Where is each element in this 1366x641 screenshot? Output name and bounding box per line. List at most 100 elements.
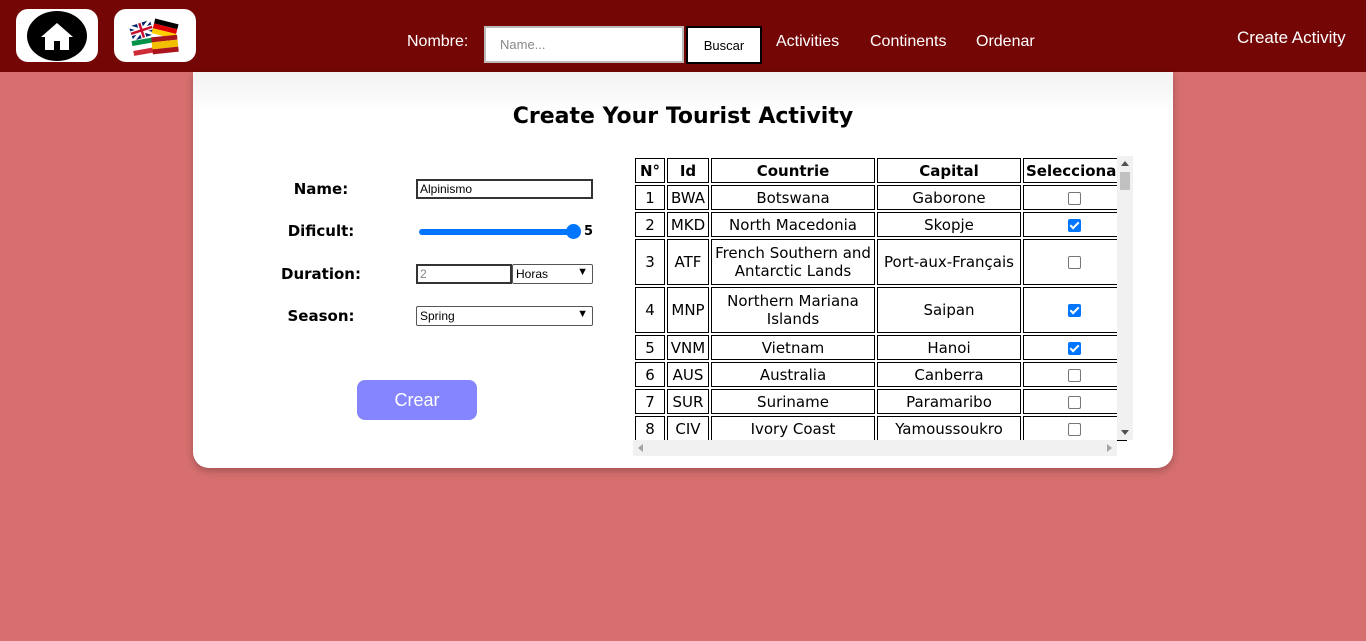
header-number: N° bbox=[635, 158, 665, 183]
row-capital: Paramaribo bbox=[877, 389, 1021, 414]
chevron-down-icon: ▼ bbox=[577, 308, 588, 320]
crear-button[interactable]: Crear bbox=[357, 380, 477, 420]
row-country: Australia bbox=[711, 362, 875, 387]
scroll-left-icon[interactable] bbox=[638, 444, 643, 452]
page-title: Create Your Tourist Activity bbox=[512, 104, 854, 129]
row-capital: Port-aux-Français bbox=[877, 239, 1021, 285]
row-id: MKD bbox=[667, 212, 709, 237]
row-checkbox[interactable] bbox=[1068, 341, 1082, 355]
row-id: VNM bbox=[667, 335, 709, 360]
row-capital: Hanoi bbox=[877, 335, 1021, 360]
row-capital: Canberra bbox=[877, 362, 1021, 387]
row-checkbox[interactable] bbox=[1068, 256, 1082, 269]
row-country: French Southern and Antarctic Lands bbox=[711, 239, 875, 285]
nav-link-continents[interactable]: Continents bbox=[870, 33, 947, 51]
nav-link-activities[interactable]: Activities bbox=[776, 33, 839, 51]
table-row: 7 SUR Suriname Paramaribo bbox=[635, 389, 1127, 414]
row-capital: Yamoussoukro bbox=[877, 416, 1021, 441]
scrollbar-thumb[interactable] bbox=[1120, 172, 1130, 190]
scroll-right-icon[interactable] bbox=[1107, 444, 1112, 452]
row-country: Ivory Coast bbox=[711, 416, 875, 441]
search-label: Nombre: bbox=[407, 33, 469, 50]
name-label: Name: bbox=[293, 180, 349, 198]
countries-table-container[interactable]: N° Id Countrie Capital Seleccionar 1 BWA… bbox=[633, 156, 1133, 456]
search-button[interactable]: Buscar bbox=[686, 26, 762, 64]
row-select-cell bbox=[1023, 239, 1127, 285]
season-select[interactable]: Spring ▼ bbox=[416, 306, 593, 326]
table-row: 2 MKD North Macedonia Skopje bbox=[635, 212, 1127, 237]
duration-unit-select[interactable]: Horas ▼ bbox=[512, 264, 593, 284]
countries-table: N° Id Countrie Capital Seleccionar 1 BWA… bbox=[633, 156, 1129, 443]
flags-icon bbox=[128, 18, 179, 56]
row-number: 1 bbox=[635, 185, 665, 210]
header-select: Seleccionar bbox=[1023, 158, 1127, 183]
row-country: Suriname bbox=[711, 389, 875, 414]
row-country: Northern Mariana Islands bbox=[711, 287, 875, 333]
row-number: 6 bbox=[635, 362, 665, 387]
home-icon bbox=[27, 10, 87, 61]
row-checkbox[interactable] bbox=[1068, 218, 1082, 232]
row-country: North Macedonia bbox=[711, 212, 875, 237]
row-select-cell bbox=[1023, 287, 1127, 333]
row-checkbox[interactable] bbox=[1068, 191, 1082, 205]
row-select-cell bbox=[1023, 389, 1127, 414]
table-row: 3 ATF French Southern and Antarctic Land… bbox=[635, 239, 1127, 285]
row-number: 7 bbox=[635, 389, 665, 414]
row-number: 4 bbox=[635, 287, 665, 333]
row-checkbox[interactable] bbox=[1068, 422, 1082, 436]
navbar: Nombre: Buscar Activities Continents Ord… bbox=[0, 0, 1366, 72]
row-id: CIV bbox=[667, 416, 709, 441]
table-row: 8 CIV Ivory Coast Yamoussoukro bbox=[635, 416, 1127, 441]
table-header-row: N° Id Countrie Capital Seleccionar bbox=[635, 158, 1127, 183]
header-capital: Capital bbox=[877, 158, 1021, 183]
difficulty-value: 5 bbox=[584, 224, 594, 239]
row-select-cell bbox=[1023, 362, 1127, 387]
duration-unit-value: Horas bbox=[516, 267, 549, 281]
scroll-up-icon[interactable] bbox=[1121, 161, 1129, 166]
row-id: BWA bbox=[667, 185, 709, 210]
chevron-down-icon: ▼ bbox=[577, 266, 588, 278]
row-select-cell bbox=[1023, 416, 1127, 441]
row-country: Vietnam bbox=[711, 335, 875, 360]
row-select-cell bbox=[1023, 185, 1127, 210]
language-button[interactable] bbox=[114, 9, 196, 62]
duration-input[interactable] bbox=[416, 264, 512, 284]
header-country: Countrie bbox=[711, 158, 875, 183]
difficulty-slider-track[interactable] bbox=[419, 229, 573, 235]
create-activity-card: Create Your Tourist Activity Name: Dific… bbox=[193, 72, 1173, 468]
nav-link-ordenar[interactable]: Ordenar bbox=[976, 33, 1035, 51]
name-input[interactable] bbox=[416, 179, 593, 199]
row-select-cell bbox=[1023, 335, 1127, 360]
row-number: 8 bbox=[635, 416, 665, 441]
table-row: 5 VNM Vietnam Hanoi bbox=[635, 335, 1127, 360]
row-id: SUR bbox=[667, 389, 709, 414]
table-row: 1 BWA Botswana Gaborone bbox=[635, 185, 1127, 210]
table-row: 4 MNP Northern Mariana Islands Saipan bbox=[635, 287, 1127, 333]
horizontal-scrollbar[interactable] bbox=[633, 440, 1117, 456]
row-capital: Skopje bbox=[877, 212, 1021, 237]
duration-label: Duration: bbox=[281, 265, 361, 283]
row-id: ATF bbox=[667, 239, 709, 285]
difficulty-slider-thumb[interactable] bbox=[566, 224, 581, 239]
row-id: MNP bbox=[667, 287, 709, 333]
difficulty-label: Dificult: bbox=[287, 222, 355, 240]
row-number: 2 bbox=[635, 212, 665, 237]
row-checkbox[interactable] bbox=[1068, 304, 1082, 317]
row-country: Botswana bbox=[711, 185, 875, 210]
row-checkbox[interactable] bbox=[1068, 368, 1082, 382]
row-id: AUS bbox=[667, 362, 709, 387]
table-row: 6 AUS Australia Canberra bbox=[635, 362, 1127, 387]
nav-link-create-activity[interactable]: Create Activity bbox=[1237, 28, 1346, 48]
season-value: Spring bbox=[420, 309, 455, 323]
header-id: Id bbox=[667, 158, 709, 183]
vertical-scrollbar[interactable] bbox=[1117, 156, 1133, 440]
row-number: 3 bbox=[635, 239, 665, 285]
home-button[interactable] bbox=[16, 9, 98, 62]
scroll-down-icon[interactable] bbox=[1121, 430, 1129, 435]
row-capital: Saipan bbox=[877, 287, 1021, 333]
row-checkbox[interactable] bbox=[1068, 395, 1082, 409]
row-number: 5 bbox=[635, 335, 665, 360]
row-capital: Gaborone bbox=[877, 185, 1021, 210]
row-select-cell bbox=[1023, 212, 1127, 237]
search-input[interactable] bbox=[484, 26, 684, 63]
